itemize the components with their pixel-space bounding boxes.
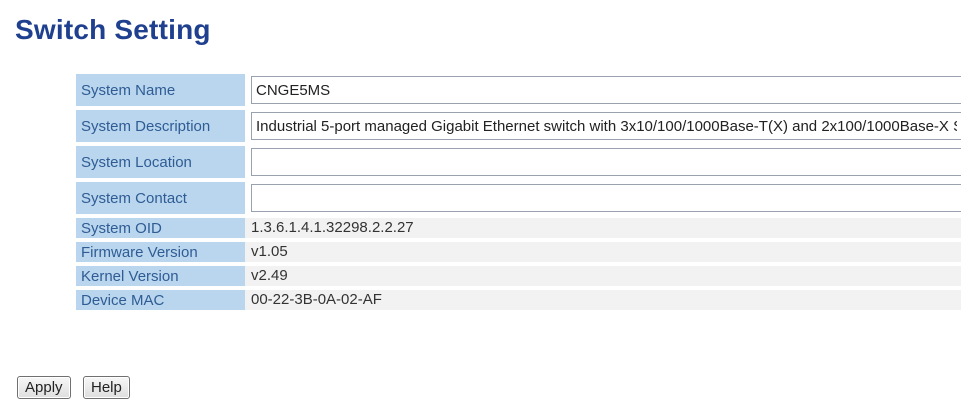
row-system-location: System Location (76, 146, 961, 178)
row-kernel-version: Kernel Version v2.49 (76, 266, 961, 286)
firmware-version-cell: v1.05 (245, 242, 961, 262)
system-oid-label: System OID (76, 218, 245, 238)
system-name-label: System Name (76, 74, 245, 106)
system-location-cell (245, 146, 961, 178)
row-system-name: System Name (76, 74, 961, 106)
switch-setting-page: Switch Setting System Name System Descri… (0, 0, 961, 414)
system-location-input[interactable] (251, 148, 961, 176)
device-mac-cell: 00-22-3B-0A-02-AF (245, 290, 961, 310)
settings-table: System Name System Description System Lo… (76, 70, 961, 314)
system-description-cell (245, 110, 961, 142)
page-title: Switch Setting (15, 14, 211, 45)
device-mac-label: Device MAC (76, 290, 245, 310)
system-description-label: System Description (76, 110, 245, 142)
row-firmware-version: Firmware Version v1.05 (76, 242, 961, 262)
firmware-version-label: Firmware Version (76, 242, 245, 262)
apply-button[interactable]: Apply (17, 376, 71, 399)
row-system-description: System Description (76, 110, 961, 142)
row-system-oid: System OID 1.3.6.1.4.1.32298.2.2.27 (76, 218, 961, 238)
row-device-mac: Device MAC 00-22-3B-0A-02-AF (76, 290, 961, 310)
system-name-input[interactable] (251, 76, 961, 104)
system-oid-value: 1.3.6.1.4.1.32298.2.2.27 (245, 218, 961, 238)
system-contact-input[interactable] (251, 184, 961, 212)
help-button[interactable]: Help (82, 376, 130, 399)
firmware-version-value: v1.05 (245, 242, 961, 262)
kernel-version-value: v2.49 (245, 266, 961, 286)
row-system-contact: System Contact (76, 182, 961, 214)
system-contact-label: System Contact (76, 182, 245, 214)
system-name-cell (245, 74, 961, 106)
system-oid-cell: 1.3.6.1.4.1.32298.2.2.27 (245, 218, 961, 238)
device-mac-value: 00-22-3B-0A-02-AF (245, 290, 961, 310)
system-description-input[interactable] (251, 112, 961, 140)
kernel-version-label: Kernel Version (76, 266, 245, 286)
system-contact-cell (245, 182, 961, 214)
system-location-label: System Location (76, 146, 245, 178)
kernel-version-cell: v2.49 (245, 266, 961, 286)
button-row: Apply Help (17, 376, 138, 399)
